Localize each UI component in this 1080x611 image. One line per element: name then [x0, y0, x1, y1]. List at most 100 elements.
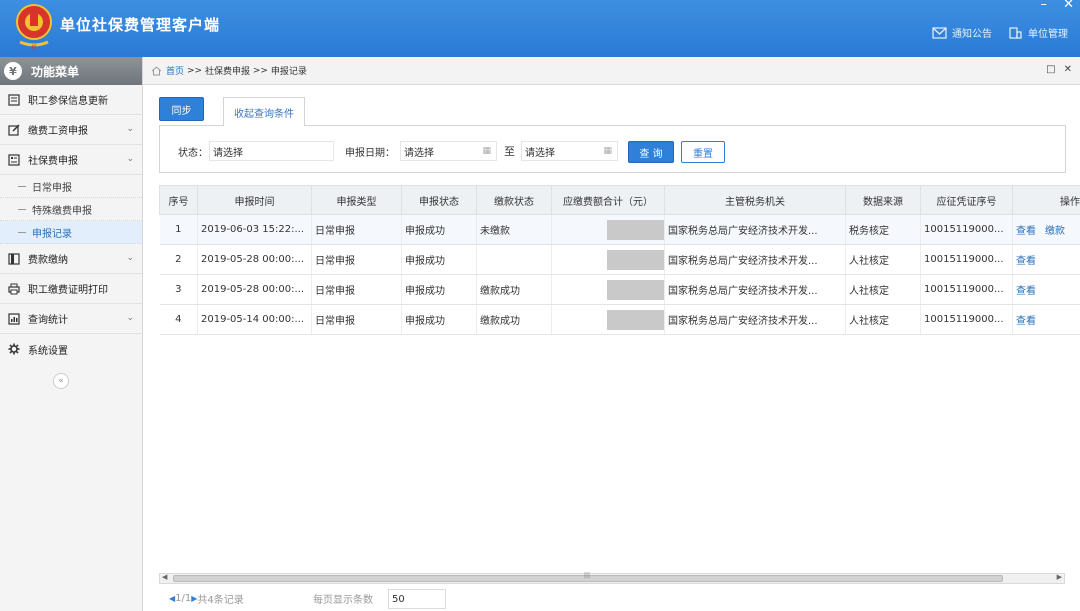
- column-header: 应缴费额合计（元）: [551, 185, 665, 215]
- notice-link[interactable]: 通知公告: [932, 25, 992, 40]
- sidebar-subitem-special-declare[interactable]: 特殊缴费申报: [0, 198, 142, 221]
- per-page-label: 每页显示条数: [313, 595, 373, 606]
- sidebar-item-label: 职工参保信息更新: [28, 96, 108, 107]
- tax-office: 国家税务总局广安经济技术开发...: [664, 274, 846, 305]
- breadcrumb-separator: >>: [252, 65, 268, 76]
- sidebar-subitem-daily-declare[interactable]: 日常申报: [0, 175, 142, 198]
- amount-cell: [551, 244, 665, 275]
- view-link[interactable]: 查看: [1016, 256, 1036, 267]
- per-page-input[interactable]: 50: [388, 589, 446, 609]
- declare-type: 日常申报: [311, 214, 402, 245]
- sidebar-subitem-declare-records[interactable]: 申报记录: [0, 221, 142, 244]
- horizontal-scrollbar[interactable]: ◀ ||| ▶: [159, 572, 1065, 584]
- sidebar-item-label: 职工缴费证明打印: [28, 285, 108, 296]
- actions-cell: 查看: [1012, 274, 1080, 305]
- status-label: 状态：: [178, 148, 208, 159]
- maximize-panel-icon[interactable]: □: [1046, 64, 1055, 75]
- tax-office: 国家税务总局广安经济技术开发...: [664, 214, 846, 245]
- scroll-left-arrow-icon[interactable]: ◀: [162, 573, 167, 581]
- sidebar-item-label: 社保费申报: [28, 156, 78, 167]
- date-to-value: 请选择: [525, 147, 555, 159]
- view-link[interactable]: 查看: [1016, 316, 1036, 327]
- row-index: 1: [159, 214, 198, 245]
- scroll-right-arrow-icon[interactable]: ▶: [1057, 573, 1062, 581]
- declare-type: 日常申报: [311, 244, 402, 275]
- breadcrumb-separator: >>: [187, 65, 203, 76]
- row-index: 3: [159, 274, 198, 305]
- payment-status: 未缴款: [476, 214, 552, 245]
- view-link[interactable]: 查看: [1016, 286, 1036, 297]
- actions-cell: 查看 缴款: [1012, 214, 1080, 245]
- column-header: 应征凭证序号: [920, 185, 1013, 215]
- chevron-down-icon: ⌄: [126, 154, 134, 164]
- unit-manage-link[interactable]: 单位管理: [1008, 25, 1068, 40]
- redacted-amount: [607, 249, 664, 270]
- date-from-input[interactable]: 请选择 ▦: [400, 141, 497, 161]
- calendar-icon: ▦: [482, 146, 491, 156]
- table-row[interactable]: 1 2019-06-03 15:22:... 日常申报 申报成功 未缴款 国家税…: [159, 214, 1080, 245]
- column-header: 主管税务机关: [664, 185, 846, 215]
- voucher-number: 10015119000...: [920, 244, 1013, 275]
- column-header: 申报状态: [401, 185, 477, 215]
- payment-status: 缴款成功: [476, 304, 552, 335]
- sync-button[interactable]: 同步: [159, 97, 204, 121]
- sidebar-item-query-stats[interactable]: 查询统计 ⌄: [0, 304, 142, 334]
- gear-icon: [8, 343, 20, 355]
- date-to-input[interactable]: 请选择 ▦: [521, 141, 618, 161]
- declare-time: 2019-05-14 00:00:...: [197, 304, 312, 335]
- view-link[interactable]: 查看: [1016, 226, 1036, 237]
- date-from-value: 请选择: [404, 147, 434, 159]
- declare-status: 申报成功: [401, 274, 477, 305]
- query-button[interactable]: 查 询: [628, 141, 674, 163]
- table-row[interactable]: 4 2019-05-14 00:00:... 日常申报 申报成功 缴款成功 国家…: [159, 304, 1080, 335]
- column-header: 缴款状态: [476, 185, 552, 215]
- declare-status: 申报成功: [401, 244, 477, 275]
- status-select[interactable]: 请选择: [209, 141, 334, 161]
- chart-icon: [8, 312, 20, 325]
- actions-cell: 查看: [1012, 304, 1080, 335]
- sidebar-item-insured-update[interactable]: 职工参保信息更新: [0, 85, 142, 115]
- chevron-down-icon: ⌄: [126, 313, 134, 323]
- chevron-down-icon: ⌄: [126, 253, 134, 263]
- breadcrumb-home-link[interactable]: 首页: [166, 64, 184, 77]
- calendar-icon: ▦: [603, 146, 612, 156]
- breadcrumb-level1[interactable]: 社保费申报: [205, 64, 250, 77]
- declare-status: 申报成功: [401, 214, 477, 245]
- app-title: 单位社保费管理客户端: [60, 16, 221, 34]
- sidebar-item-wage-declare[interactable]: 缴费工资申报 ⌄: [0, 115, 142, 145]
- minimize-button[interactable]: –: [1040, 0, 1047, 12]
- reset-button[interactable]: 重置: [681, 141, 725, 163]
- column-header: 申报类型: [311, 185, 402, 215]
- redacted-amount: [607, 279, 664, 300]
- data-source: 人社核定: [845, 304, 921, 335]
- table-header-row: 序号 申报时间 申报类型 申报状态 缴款状态 应缴费额合计（元） 主管税务机关 …: [159, 185, 1080, 215]
- toggle-filter-tab[interactable]: 收起查询条件: [223, 97, 305, 126]
- pay-link[interactable]: 缴款: [1045, 226, 1065, 237]
- close-window-button[interactable]: ✕: [1063, 0, 1074, 12]
- book-icon: [8, 252, 20, 265]
- collapse-sidebar-button[interactable]: «: [53, 373, 69, 389]
- sidebar-item-social-fee-declare[interactable]: 社保费申报 ⌄: [0, 145, 142, 175]
- sidebar-item-label: 查询统计: [28, 315, 68, 326]
- chevron-down-icon: ⌄: [126, 124, 134, 134]
- sidebar-title-label: 功能菜单: [31, 64, 80, 79]
- records-table: 序号 申报时间 申报类型 申报状态 缴款状态 应缴费额合计（元） 主管税务机关 …: [159, 185, 1080, 335]
- table-row[interactable]: 2 2019-05-28 00:00:... 日常申报 申报成功 国家税务总局广…: [159, 244, 1080, 275]
- sidebar-title: ¥ 功能菜单: [0, 57, 142, 85]
- pagination: ◀ 1/1 ▶ 共4条记录: [169, 591, 244, 606]
- unit-manage-label: 单位管理: [1028, 29, 1068, 40]
- total-records: 共4条记录: [197, 595, 244, 606]
- sidebar-item-fee-payment[interactable]: 费款缴纳 ⌄: [0, 244, 142, 274]
- yen-icon: ¥: [4, 62, 22, 80]
- voucher-number: 10015119000...: [920, 304, 1013, 335]
- redacted-amount: [607, 309, 664, 330]
- sidebar-item-settings[interactable]: 系统设置: [0, 334, 142, 364]
- amount-cell: [551, 304, 665, 335]
- amount-cell: [551, 214, 665, 245]
- declare-time: 2019-06-03 15:22:...: [197, 214, 312, 245]
- sidebar-item-proof-print[interactable]: 职工缴费证明打印: [0, 274, 142, 304]
- close-panel-icon[interactable]: ✕: [1064, 64, 1072, 75]
- actions-cell: 查看: [1012, 244, 1080, 275]
- table-row[interactable]: 3 2019-05-28 00:00:... 日常申报 申报成功 缴款成功 国家…: [159, 274, 1080, 305]
- filter-panel: 状态： 请选择 申报日期： 请选择 ▦ 至 请选择 ▦ 查 询 重置: [159, 125, 1066, 173]
